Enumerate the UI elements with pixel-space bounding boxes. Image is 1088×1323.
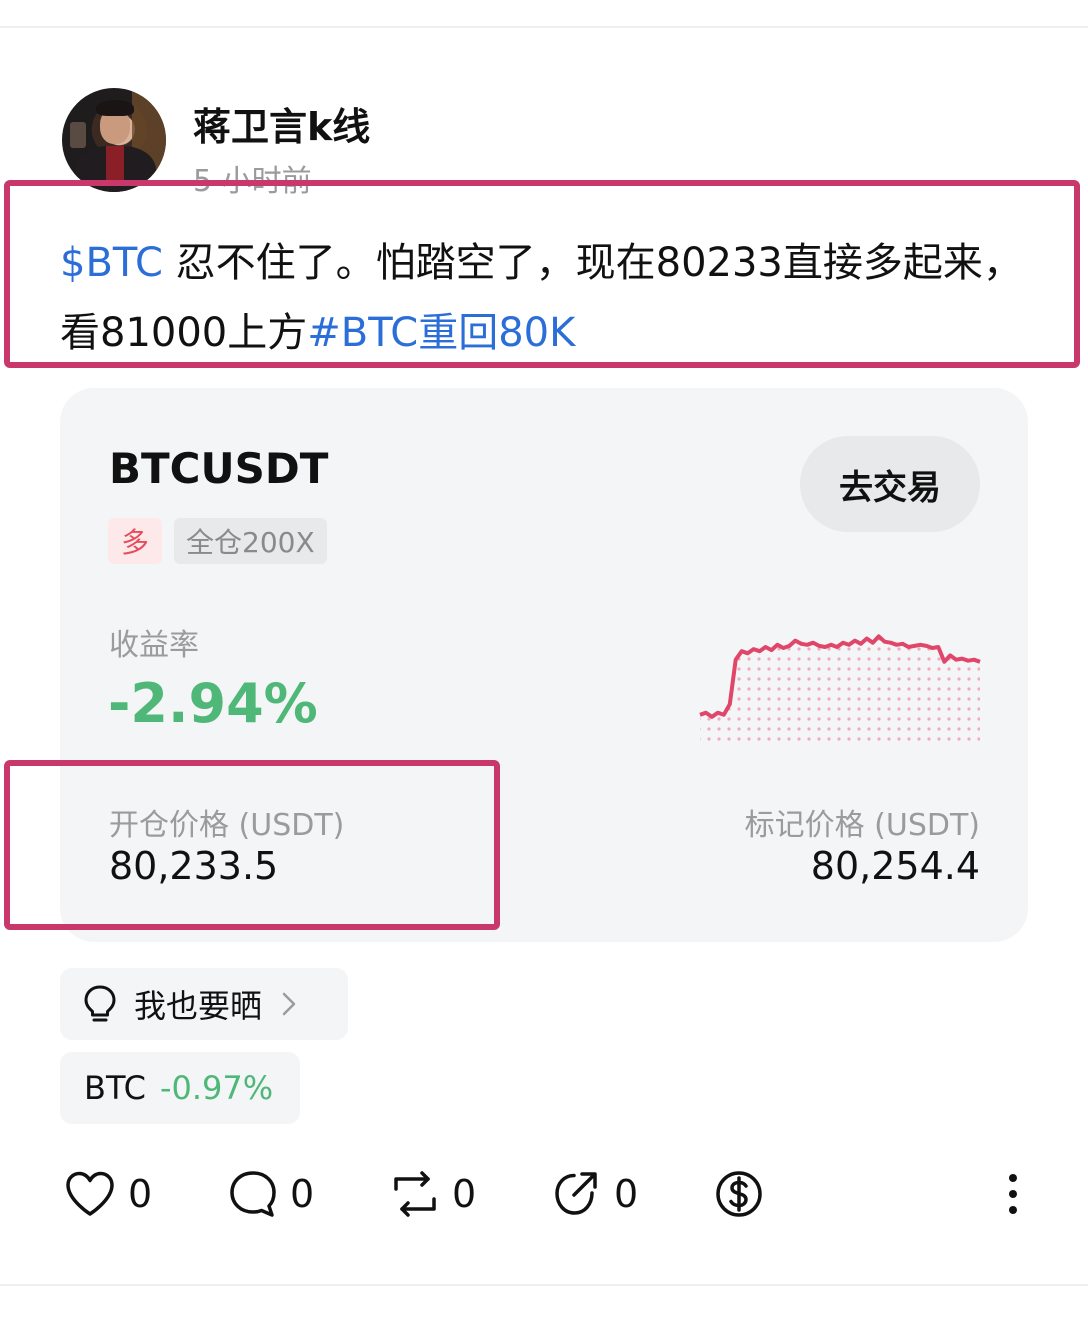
share-position-chip[interactable]: 我也要晒 xyxy=(60,968,348,1040)
top-divider xyxy=(0,26,1088,28)
roi-value: -2.94% xyxy=(108,672,318,735)
comment-icon xyxy=(230,1171,276,1217)
comment-action[interactable]: 0 xyxy=(228,1168,314,1220)
share-count: 0 xyxy=(614,1172,639,1216)
heart-icon xyxy=(66,1171,114,1216)
repost-icon xyxy=(394,1171,436,1217)
mark-price-value: 80,254.4 xyxy=(810,844,980,888)
post-time: 5 小时前 xyxy=(193,164,312,199)
chevron-right-icon xyxy=(282,992,296,1016)
ticker-chip-change: -0.97% xyxy=(159,1069,274,1107)
price-sparkline xyxy=(699,634,981,742)
lightbulb-icon xyxy=(84,985,116,1022)
like-action[interactable]: 0 xyxy=(64,1168,152,1220)
share-icon xyxy=(555,1172,597,1215)
open-price-label: 开仓价格 (USDT) xyxy=(109,808,345,843)
roi-label: 收益率 xyxy=(109,628,199,663)
tip-action[interactable] xyxy=(714,1168,764,1220)
repost-action[interactable]: 0 xyxy=(390,1168,476,1220)
author-name[interactable]: 蒋卫言k线 xyxy=(193,96,370,151)
hashtag-link[interactable]: #BTC重回80K xyxy=(307,310,575,356)
mark-price-label: 标记价格 (USDT) xyxy=(744,808,980,843)
bottom-divider xyxy=(0,1284,1088,1286)
author-avatar[interactable] xyxy=(62,88,166,192)
dollar-tip-icon xyxy=(716,1171,762,1217)
ticker-link[interactable]: $BTC xyxy=(60,240,163,286)
post-body: $BTC 忍不住了。怕踏空了，现在80233直接多起来，看81000上方#BTC… xyxy=(60,228,1035,368)
share-action[interactable]: 0 xyxy=(552,1168,638,1220)
ticker-chip[interactable]: BTC -0.97% xyxy=(60,1052,300,1124)
repost-count: 0 xyxy=(452,1172,477,1216)
go-trade-button[interactable]: 去交易 xyxy=(800,436,980,532)
share-chip-label: 我也要晒 xyxy=(134,987,263,1025)
like-count: 0 xyxy=(128,1172,153,1216)
side-tag: 多 xyxy=(108,518,162,564)
comment-count: 0 xyxy=(290,1172,315,1216)
open-price-value: 80,233.5 xyxy=(109,844,279,888)
ticker-chip-symbol: BTC xyxy=(84,1069,146,1107)
position-symbol: BTCUSDT xyxy=(109,444,329,493)
more-options-icon[interactable] xyxy=(1000,1170,1026,1218)
position-card[interactable]: BTCUSDT 去交易 多 全仓200X 收益率 -2.94% 开仓价格 (US… xyxy=(60,388,1028,942)
margin-tag: 全仓200X xyxy=(174,518,327,564)
